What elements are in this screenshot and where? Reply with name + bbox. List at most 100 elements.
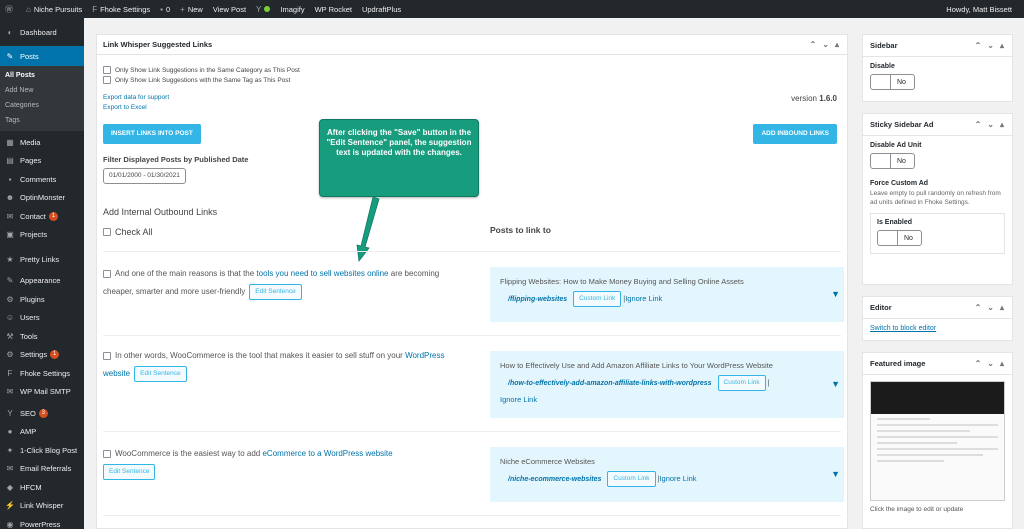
collapse-icon[interactable]: ▴	[1000, 41, 1004, 50]
disable-ad-toggle[interactable]: No	[870, 153, 915, 169]
wordpress-logo[interactable]: Ⓦ	[0, 0, 21, 18]
collapse-icon[interactable]: ▴	[1000, 359, 1004, 368]
collapse-icon[interactable]: ▴	[1000, 120, 1004, 129]
comments-link[interactable]: ▪ 0	[155, 0, 175, 18]
target-post-2: How to Effectively Use and Add Amazon Af…	[490, 351, 844, 418]
submenu-tags[interactable]: Tags	[0, 113, 84, 128]
same-tag-option[interactable]: Only Show Link Suggestions with the Same…	[103, 75, 841, 85]
sidebar-item-seo[interactable]: Y SEO 3	[0, 404, 84, 423]
submenu-all-posts[interactable]: All Posts	[0, 68, 84, 83]
submenu-add-new[interactable]: Add New	[0, 83, 84, 98]
suggestion-checkbox-1[interactable]	[103, 269, 111, 278]
howdy-account[interactable]: Howdy, Matt Bissett	[941, 0, 1024, 18]
sidebar-item-dashboard[interactable]: ◐ Dashboard	[0, 24, 84, 41]
move-down-icon[interactable]: ⌄	[987, 41, 994, 50]
custom-link-button-3[interactable]: Custom Link	[607, 471, 656, 487]
sidebar-item-wp-mail-smtp[interactable]: ✉ WP Mail SMTP	[0, 383, 84, 402]
target-slug-3[interactable]: /niche-ecommerce-websites	[508, 476, 601, 483]
edit-sentence-button-2[interactable]: Edit Sentence	[134, 365, 187, 382]
custom-link-button-2[interactable]: Custom Link	[717, 375, 766, 391]
ignore-link-1[interactable]: Ignore Link	[625, 294, 662, 303]
expand-triangle-icon[interactable]: ▼	[831, 379, 840, 389]
sidebar-item-pretty-links[interactable]: ★ Pretty Links	[0, 250, 84, 269]
move-down-icon[interactable]: ⌄	[987, 359, 994, 368]
sidebar-item-hfcm[interactable]: ◆ HFCM	[0, 478, 84, 497]
sidebar-item-projects[interactable]: ▣ Projects	[0, 226, 84, 245]
sidebar-item-settings[interactable]: ⚙ Settings 1	[0, 346, 84, 365]
edit-sentence-button-3[interactable]: Edit Sentence	[103, 463, 156, 480]
is-enabled-group: Is Enabled No	[870, 213, 1005, 254]
sidebar-item-users[interactable]: ☺ Users	[0, 309, 84, 328]
is-enabled-toggle[interactable]: No	[877, 230, 922, 246]
site-name-link[interactable]: ⌂ Niche Pursuits	[21, 0, 87, 18]
suggestion-checkbox-2[interactable]	[103, 351, 111, 360]
appearance-icon: ✎	[6, 276, 14, 286]
move-up-icon[interactable]: ⌃	[975, 120, 982, 129]
pages-icon: ▤	[6, 156, 14, 166]
date-range-input[interactable]: 01/01/2000 - 01/30/2021	[103, 168, 186, 184]
same-category-option[interactable]: Only Show Link Suggestions in the Same C…	[103, 65, 841, 75]
sidebar-item-amp[interactable]: ● AMP	[0, 423, 84, 442]
target-slug-1[interactable]: /flipping-websites	[508, 296, 567, 303]
same-category-checkbox[interactable]	[103, 66, 111, 74]
sidebar-item-tools[interactable]: ⚒ Tools	[0, 327, 84, 346]
check-all-option[interactable]: Check All	[103, 227, 153, 237]
sidebar-item-media[interactable]: ▦ Media	[0, 133, 84, 152]
yoast-link[interactable]: Y	[251, 0, 275, 18]
same-tag-checkbox[interactable]	[103, 76, 111, 84]
target-slug-2[interactable]: /how-to-effectively-add-amazon-affiliate…	[508, 380, 712, 387]
submenu-categories[interactable]: Categories	[0, 98, 84, 113]
force-custom-label: Force Custom Ad	[870, 180, 929, 187]
featured-image-thumbnail[interactable]	[870, 381, 1005, 501]
move-down-icon[interactable]: ⌄	[987, 303, 994, 312]
move-up-icon[interactable]: ⌃	[810, 40, 817, 49]
ignore-link-2[interactable]: Ignore Link	[500, 395, 834, 404]
thumbnail-line	[877, 424, 998, 426]
sidebar-item-fhoke-settings[interactable]: F Fhoke Settings	[0, 364, 84, 383]
export-support-link[interactable]: Export data for support	[103, 93, 841, 103]
expand-triangle-icon[interactable]: ▼	[831, 469, 840, 479]
add-inbound-links-button[interactable]: ADD INBOUND LINKS	[753, 124, 837, 144]
sidebar-item-contact[interactable]: ✉ Contact 1	[0, 207, 84, 226]
switch-block-editor-link[interactable]: Switch to block editor	[870, 325, 936, 332]
featured-image-box: Featured image ⌃ ⌄ ▴ Click the image to edi…	[862, 352, 1013, 529]
sidebar-disable-toggle[interactable]: No	[870, 74, 915, 90]
sidebar-item-plugins[interactable]: ⚙ Plugins	[0, 290, 84, 309]
insert-links-button[interactable]: INSERT LINKS INTO POST	[103, 124, 201, 144]
sidebar-item-comments[interactable]: ▪ Comments	[0, 170, 84, 189]
suggestion-row-3: WooCommerce is the easiest way to add eC…	[103, 445, 453, 481]
sidebar-item-pages[interactable]: ▤ Pages	[0, 152, 84, 171]
move-up-icon[interactable]: ⌃	[975, 359, 982, 368]
fhoke-settings-link[interactable]: F Fhoke Settings	[87, 0, 155, 18]
collapse-icon[interactable]: ▴	[1000, 303, 1004, 312]
sidebar-item-powerpress[interactable]: ◉ PowerPress	[0, 515, 84, 529]
tools-icon: ⚒	[6, 331, 14, 341]
move-up-icon[interactable]: ⌃	[975, 41, 982, 50]
edit-sentence-button-1[interactable]: Edit Sentence	[249, 283, 302, 300]
expand-triangle-icon[interactable]: ▼	[831, 289, 840, 299]
sidebar-item-link-whisper[interactable]: ⚡ Link Whisper	[0, 497, 84, 516]
export-excel-link[interactable]: Export to Excel	[103, 103, 841, 113]
check-all-checkbox[interactable]	[103, 228, 111, 236]
sidebar-item-posts[interactable]: ✎ Posts	[0, 46, 84, 66]
suggestion-anchor-1[interactable]: tools you need to sell websites online	[256, 269, 388, 278]
mail-icon: ✉	[6, 387, 14, 397]
suggestion-anchor-3[interactable]: eCommerce to a WordPress website	[262, 449, 392, 458]
move-down-icon[interactable]: ⌄	[987, 120, 994, 129]
view-post-link[interactable]: View Post	[208, 0, 251, 18]
sidebar-item-1-click-blog-post[interactable]: ✦ 1-Click Blog Post	[0, 441, 84, 460]
updraftplus-link[interactable]: UpdraftPlus	[357, 0, 406, 18]
suggestion-checkbox-3[interactable]	[103, 449, 111, 458]
new-content-link[interactable]: + New	[175, 0, 208, 18]
sidebar-item-email-referrals[interactable]: ✉ Email Referrals	[0, 460, 84, 479]
ignore-link-3[interactable]: Ignore Link	[659, 474, 696, 483]
imagify-link[interactable]: Imagify	[275, 0, 309, 18]
collapse-icon[interactable]: ▴	[835, 40, 839, 49]
sidebar-item-optinmonster[interactable]: ☻ OptinMonster	[0, 189, 84, 208]
contact-icon: ✉	[6, 211, 14, 221]
move-up-icon[interactable]: ⌃	[975, 303, 982, 312]
custom-link-button-1[interactable]: Custom Link	[573, 291, 622, 307]
wp-rocket-link[interactable]: WP Rocket	[310, 0, 357, 18]
move-down-icon[interactable]: ⌄	[822, 40, 829, 49]
sidebar-item-appearance[interactable]: ✎ Appearance	[0, 272, 84, 291]
